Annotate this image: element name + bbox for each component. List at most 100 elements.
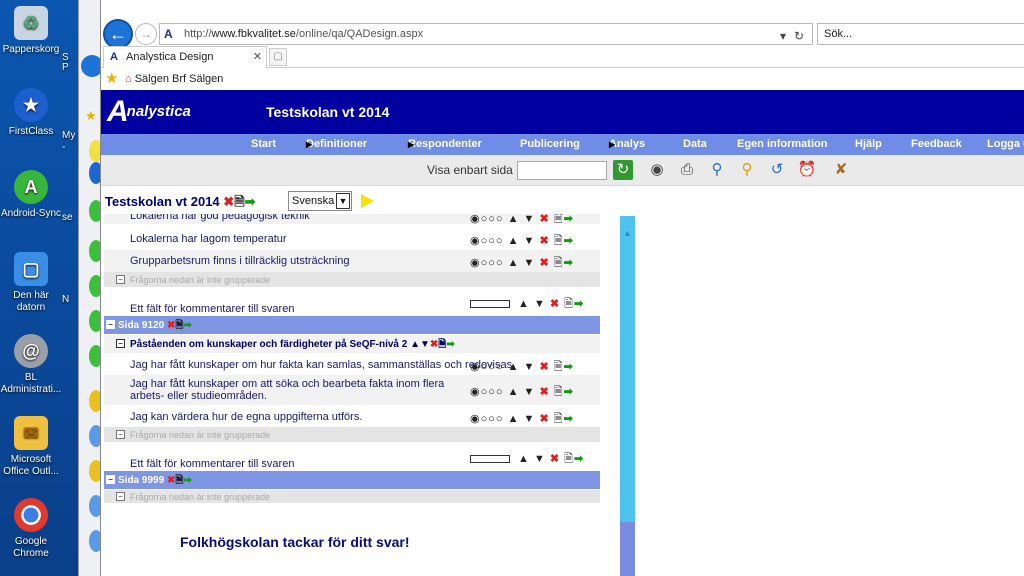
delete-icon[interactable]: ✖ — [223, 194, 234, 209]
document-icon[interactable]: 🗎 — [554, 361, 564, 373]
go-arrow-icon[interactable]: ➡ — [564, 361, 574, 373]
address-bar[interactable]: A http://www.fbkvalitet.se/online/qa/QAD… — [159, 23, 813, 45]
go-arrow-icon[interactable]: ➡ — [446, 339, 454, 350]
textbox-icon[interactable] — [470, 300, 510, 309]
go-arrow-icon[interactable]: ➡ — [564, 413, 574, 425]
document-icon[interactable]: 🗎 — [554, 214, 564, 225]
desktop-icon-firstclass[interactable]: ★ FirstClass — [0, 88, 62, 138]
menu-data[interactable]: Data — [683, 134, 707, 155]
go-arrow-icon[interactable]: ➡ — [564, 214, 574, 225]
tools-icon[interactable]: ✘ — [831, 160, 851, 180]
document-icon[interactable]: 🗎 — [554, 413, 564, 425]
scroll-up-icon[interactable]: ▲ — [623, 228, 632, 238]
question-row[interactable]: Grupparbetsrum finns i tillräcklig utstr… — [104, 250, 600, 272]
favorites-star-icon[interactable]: ★ — [105, 70, 118, 88]
new-tab-button[interactable]: ▢ — [269, 48, 287, 66]
collapse-icon[interactable]: − — [116, 492, 125, 501]
delete-icon[interactable]: ✖ — [539, 361, 549, 373]
play-icon[interactable] — [361, 194, 374, 208]
back-button[interactable]: ← — [103, 19, 133, 49]
chrome-icon — [14, 498, 48, 532]
go-arrow-icon[interactable]: ➡ — [574, 298, 584, 310]
menu-start[interactable]: Start — [251, 134, 276, 155]
alarm-clock-icon[interactable]: ⏰ — [797, 160, 817, 180]
zoom-icon[interactable]: ⚲ — [707, 160, 727, 180]
collapse-icon[interactable]: − — [116, 275, 125, 284]
zoom-star-icon[interactable]: ⚲ — [737, 160, 757, 180]
new-tab-icon: ▢ — [273, 51, 283, 62]
comment-row[interactable]: Ett fält för kommentarer till svaren ▲ ▼… — [104, 442, 600, 470]
background-window[interactable]: ★ — [78, 0, 103, 576]
comment-row[interactable]: Ett fält för kommentarer till svaren ▲ ▼… — [104, 287, 600, 315]
page-label: Sida 9120 ✖🗎➡ — [118, 320, 192, 332]
collapse-icon[interactable]: − — [116, 339, 125, 348]
menu-logga-ut[interactable]: Logga u — [987, 134, 1024, 155]
binoculars-icon[interactable]: ◉ — [647, 160, 667, 180]
desktop-icon-bl-admin[interactable]: @ BL Administrati... — [0, 334, 62, 396]
question-row[interactable]: Lokalerna har lagom temperatur ◉○○○ ▲ ▼ … — [104, 228, 600, 250]
document-icon[interactable]: 🗎 — [554, 386, 564, 398]
radio-scale-icon[interactable]: ◉○○○ — [470, 214, 504, 225]
radio-scale-icon[interactable]: ◉○○○ — [470, 386, 504, 398]
go-arrow-icon[interactable]: ➡ — [574, 453, 584, 465]
delete-icon[interactable]: ✖ — [539, 413, 549, 425]
go-arrow-icon[interactable]: ➡ — [564, 235, 574, 247]
desktop-icon-recycle-bin[interactable]: ♻ Papperskorg — [0, 6, 62, 56]
delete-icon[interactable]: ✖ — [550, 298, 560, 310]
collapse-icon[interactable]: − — [116, 430, 125, 439]
desktop-icon-android-sync[interactable]: A Android-Sync — [0, 170, 62, 220]
desktop-icon-outlook[interactable]: ✉ Microsoft Office Outl... — [0, 416, 62, 478]
section-header[interactable]: − Påståenden om kunskaper och färdighete… — [104, 335, 600, 353]
go-arrow-icon[interactable]: ➡ — [245, 194, 256, 209]
menu-egen-information[interactable]: Egen information — [737, 134, 827, 155]
delete-icon[interactable]: ✖ — [539, 386, 549, 398]
document-icon[interactable]: 🗎 — [554, 235, 564, 247]
desktop-icon-computer[interactable]: ▢ Den här datorn — [0, 252, 62, 314]
document-icon[interactable]: 🗎 — [564, 298, 574, 310]
menu-feedback[interactable]: Feedback — [911, 134, 962, 155]
collapse-icon[interactable]: − — [106, 475, 115, 484]
document-icon[interactable]: 🗎 — [564, 453, 574, 465]
go-arrow-icon[interactable]: ➡ — [183, 320, 191, 331]
language-select[interactable]: Svenska ▼ — [288, 191, 352, 211]
question-row[interactable]: Jag kan värdera hur de egna uppgifterna … — [104, 405, 600, 427]
textbox-icon[interactable] — [470, 455, 510, 464]
radio-scale-icon[interactable]: ◉○○○ — [470, 235, 504, 247]
document-icon[interactable]: 🗎 — [554, 257, 564, 269]
menu-publicering[interactable]: Publicering — [520, 134, 580, 155]
search-input[interactable]: Sök... — [817, 23, 1024, 45]
page-header-9120[interactable]: − Sida 9120 ✖🗎➡ — [104, 316, 600, 334]
dropdown-icon[interactable]: ▾ — [780, 26, 786, 46]
scrollbar-thumb[interactable] — [620, 522, 635, 576]
close-tab-icon[interactable]: ✕ — [253, 47, 262, 67]
question-text: Jag har fått kunskaper om att söka och b… — [130, 378, 445, 402]
refresh-green-icon[interactable]: ↻ — [613, 160, 633, 180]
desktop-icon-chrome[interactable]: Google Chrome — [0, 498, 62, 560]
question-row[interactable]: Jag har fått kunskaper om hur fakta kan … — [104, 353, 600, 375]
document-icon[interactable]: 🗎 — [234, 194, 244, 209]
tab-analystica-design[interactable]: A Analystica Design ✕ — [103, 46, 267, 68]
question-row[interactable]: Jag har fått kunskaper om att söka och b… — [104, 375, 600, 405]
radio-scale-icon[interactable]: ◉○○○ — [470, 361, 504, 373]
undo-circle-icon[interactable]: ↺ — [767, 160, 787, 180]
radio-scale-icon[interactable]: ◉○○○ — [470, 257, 504, 269]
printer-icon[interactable]: ⎙ — [677, 160, 697, 180]
page-header-9999[interactable]: − Sida 9999 ✖🗎➡ — [104, 471, 600, 489]
refresh-icon[interactable]: ↻ — [794, 26, 804, 46]
question-row[interactable]: Lokalerna har god pedagogisk teknik ◉○○○… — [104, 214, 600, 225]
menu-hjalp[interactable]: Hjälp — [855, 134, 882, 155]
delete-icon[interactable]: ✖ — [539, 257, 549, 269]
content-scrollbar[interactable]: ▲ — [620, 216, 635, 576]
delete-icon[interactable]: ✖ — [539, 214, 549, 225]
show-only-page-input[interactable] — [517, 161, 607, 180]
collapse-icon[interactable]: − — [106, 320, 115, 329]
go-arrow-icon[interactable]: ➡ — [564, 386, 574, 398]
favorites-item[interactable]: ⌂ Sälgen Brf Sälgen — [125, 68, 223, 90]
delete-icon[interactable]: ✖ — [550, 453, 560, 465]
go-arrow-icon[interactable]: ➡ — [564, 257, 574, 269]
desktop-icon-label: Microsoft Office Outl... — [3, 454, 59, 477]
radio-scale-icon[interactable]: ◉○○○ — [470, 413, 504, 425]
delete-icon[interactable]: ✖ — [539, 235, 549, 247]
go-arrow-icon[interactable]: ➡ — [183, 475, 191, 486]
forward-button[interactable]: → — [135, 23, 157, 45]
